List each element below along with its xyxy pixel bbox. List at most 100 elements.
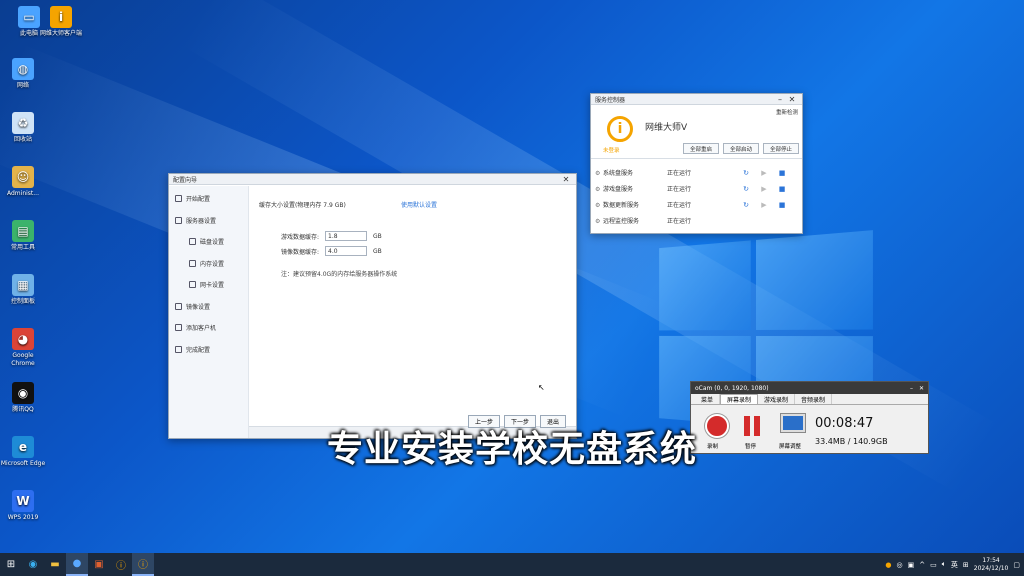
stop-icon[interactable]: ■ (773, 201, 791, 209)
ocam-titlebar[interactable]: oCam (0, 0, 1920, 1080) – ✕ (691, 382, 928, 394)
app-name: 网维大师V (645, 123, 688, 133)
restart-icon[interactable]: ↻ (737, 185, 755, 193)
desktop-icon-label: Administ... (7, 190, 39, 197)
tray-icon[interactable]: ◎ (896, 561, 902, 569)
restart-icon[interactable]: ↻ (737, 201, 755, 209)
default-settings-link[interactable]: 使用默认设置 (401, 200, 437, 209)
service-row: ⚙ 远程监控服务 正在运行 (595, 213, 796, 228)
stop-icon[interactable]: ■ (773, 169, 791, 177)
read-cache-input[interactable]: 1.8 (325, 231, 368, 241)
wizard-nav-label: 磁盘设置 (200, 239, 225, 247)
browser-app-icon[interactable]: ● (66, 553, 88, 576)
wizard-sidebar: 开始配置服务器设置磁盘设置内存设置网卡设置镜像设置添加客户机完成配置 (169, 186, 249, 438)
service-action-button[interactable]: 全部停止 (763, 143, 799, 154)
desktop-icon[interactable]: ◕ Google Chrome (0, 328, 46, 368)
wangwei-tray-icon[interactable]: ● (885, 561, 891, 569)
nav-item-icon (175, 324, 182, 332)
divider (591, 158, 802, 159)
wizard-nav-item[interactable]: 内存设置 (169, 253, 248, 275)
close-icon[interactable]: ✕ (919, 385, 924, 392)
network-icon[interactable]: ▭ (930, 561, 937, 569)
close-icon[interactable]: ✕ (786, 95, 798, 104)
read-cache-label: 游戏数据缓存: (281, 233, 320, 241)
restart-icon[interactable]: ↻ (737, 169, 755, 177)
desktop-icon[interactable]: W WPS 2019 (0, 490, 46, 522)
service-action-button[interactable]: 全部重启 (683, 143, 719, 154)
write-cache-label: 镜像数据缓存: (281, 248, 320, 256)
recheck-link[interactable]: 重新检测 (776, 108, 798, 116)
ocam-tab[interactable]: 屏幕录制 (720, 394, 759, 404)
input-language[interactable]: 英 (951, 560, 958, 570)
desktop-icon[interactable]: ◉ 腾讯QQ (0, 382, 46, 414)
memory-note-text: 注：建议预留4.0G的内存给服务器操作系统 (281, 271, 398, 278)
desktop-icon[interactable]: ☺ Administ... (0, 166, 46, 198)
desktop-background: ▭ 此电脑 i 网维大师客户端 ◍ 网络 ♻ 回收站 ☺ Administ... ▤ 常用工具 ▦ 控制面… (0, 0, 1024, 553)
ocam-tab[interactable]: 游戏录制 (758, 394, 796, 404)
edge-icon[interactable]: ◉ (22, 553, 44, 576)
wangwei-icon[interactable]: ⓘ (110, 553, 132, 576)
stop-icon[interactable]: ■ (773, 185, 791, 193)
network-icon: ◍ (12, 58, 34, 80)
wangwei-server-icon[interactable]: ⓘ (132, 553, 154, 576)
minimize-icon[interactable]: – (774, 95, 786, 104)
recycle-bin-icon: ♻ (12, 112, 34, 134)
tray-icon[interactable]: ▣ (908, 561, 915, 569)
nav-item-icon (189, 259, 196, 267)
ocam-title: oCam (0, 0, 1920, 1080) (695, 384, 769, 392)
desktop-icon-label: 回收站 (13, 136, 32, 143)
wizard-nav-label: 开始配置 (186, 196, 211, 204)
wizard-nav-label: 内存设置 (200, 260, 225, 268)
service-status: 正在运行 (667, 202, 692, 209)
config-wizard-window[interactable]: 配置向导 ✕ 开始配置服务器设置磁盘设置内存设置网卡设置镜像设置添加客户机完成配… (168, 173, 577, 439)
file-explorer-icon[interactable]: ▬ (44, 553, 66, 576)
desktop-icon[interactable]: ♻ 回收站 (0, 112, 46, 144)
close-icon[interactable]: ✕ (560, 175, 572, 184)
desktop-icon[interactable]: i 网维大师客户端 (38, 6, 84, 38)
desktop-icon-label: 网维大师客户端 (39, 30, 82, 37)
qq-icon: ◉ (12, 382, 34, 404)
desktop-icon-label: 腾讯QQ (12, 406, 34, 413)
desktop-icon-label: WPS 2019 (7, 514, 39, 521)
nav-item-icon (189, 281, 196, 289)
service-name: 远程监控服务 (603, 218, 640, 225)
nav-item-icon (175, 195, 182, 203)
desktop-icon[interactable]: ▦ 控制面板 (0, 274, 46, 306)
wizard-nav-item[interactable]: 磁盘设置 (169, 231, 248, 253)
play-icon[interactable]: ▶ (755, 201, 773, 209)
wizard-nav-label: 镜像设置 (186, 303, 211, 311)
service-title: 服务控制器 (595, 96, 626, 104)
wizard-titlebar[interactable]: 配置向导 ✕ (169, 174, 576, 185)
desktop-icon[interactable]: ◍ 网络 (0, 58, 46, 90)
system-tray: ● ◎ ▣ ^ ▭ 🔈︎ 英 ⊞ 17:54 2024/12/10 ▢ (885, 553, 1020, 576)
service-action-button[interactable]: 全部启动 (723, 143, 759, 154)
desktop-icon[interactable]: ▤ 常用工具 (0, 220, 46, 252)
service-titlebar[interactable]: 服务控制器 – ✕ (591, 94, 802, 105)
volume-icon[interactable]: 🔈︎ (942, 560, 946, 569)
notification-icon[interactable]: ▢ (1013, 561, 1020, 569)
service-controller-window[interactable]: 服务控制器 – ✕ 重新检测 i 网维大师V 未登录 全部重启 全部启动 全部停止 … (590, 93, 803, 234)
wizard-nav-item[interactable]: 镜像设置 (169, 296, 248, 318)
play-icon[interactable]: ▶ (755, 169, 773, 177)
wizard-nav-label: 完成配置 (186, 346, 211, 354)
ocam-tab[interactable]: 菜单 (695, 394, 721, 404)
app-window-icon[interactable]: ▣ (88, 553, 110, 576)
service-icon: ⚙ (595, 185, 601, 193)
taskbar: ⊞ ◉ ▬ ● ▣ ⓘ ⓘ ● ◎ ▣ ^ ▭ 🔈︎ 英 ⊞ 17:54 202… (0, 553, 1024, 576)
start-button[interactable]: ⊞ (0, 553, 22, 576)
service-row: ⚙ 数据更新服务 正在运行 ↻ ▶ ■ (595, 197, 796, 212)
play-icon[interactable]: ▶ (755, 185, 773, 193)
wizard-nav-item[interactable]: 添加客户机 (169, 317, 248, 339)
ime-icon[interactable]: ⊞ (963, 561, 969, 569)
wizard-nav-item[interactable]: 完成配置 (169, 339, 248, 361)
ocam-tab[interactable]: 音频录制 (795, 394, 833, 404)
clock[interactable]: 17:54 2024/12/10 (974, 557, 1009, 573)
write-cache-input[interactable]: 4.0 (325, 246, 368, 256)
wizard-nav-item[interactable]: 开始配置 (169, 188, 248, 210)
desktop-icon-label: Google Chrome (11, 352, 35, 367)
minimize-icon[interactable]: – (910, 385, 913, 392)
wizard-nav-item[interactable]: 服务器设置 (169, 210, 248, 232)
wangwei-icon: i (50, 6, 72, 28)
service-icon: ⚙ (595, 169, 601, 177)
wizard-nav-item[interactable]: 网卡设置 (169, 274, 248, 296)
chevron-up-icon[interactable]: ^ (919, 561, 925, 569)
